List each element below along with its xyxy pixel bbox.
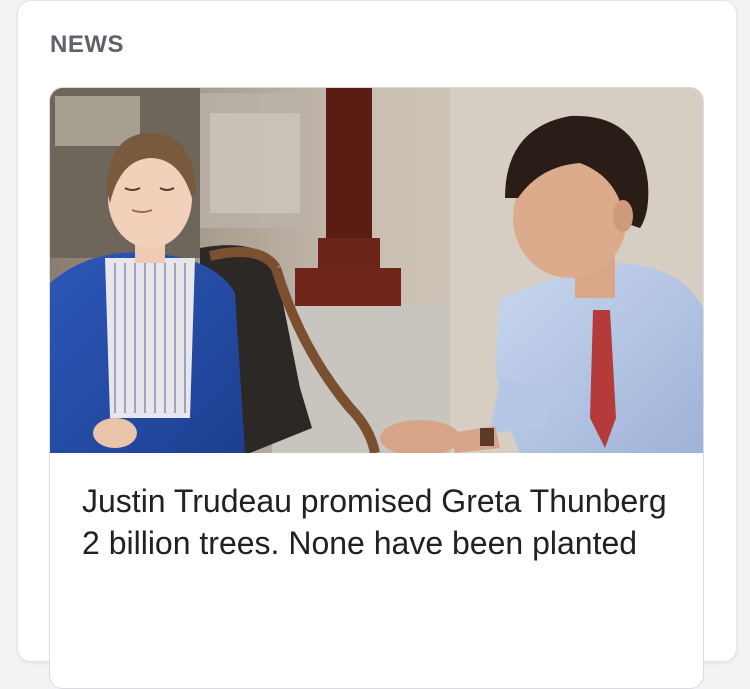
news-article-card[interactable]: Justin Trudeau promised Greta Thunberg 2…: [49, 87, 704, 689]
article-photo: [50, 88, 703, 453]
news-section-card: NEWS Justin Trudeau promised Greta Thunb…: [17, 0, 737, 689]
section-label: NEWS: [50, 31, 124, 58]
article-headline[interactable]: Justin Trudeau promised Greta Thunberg 2…: [82, 480, 682, 564]
